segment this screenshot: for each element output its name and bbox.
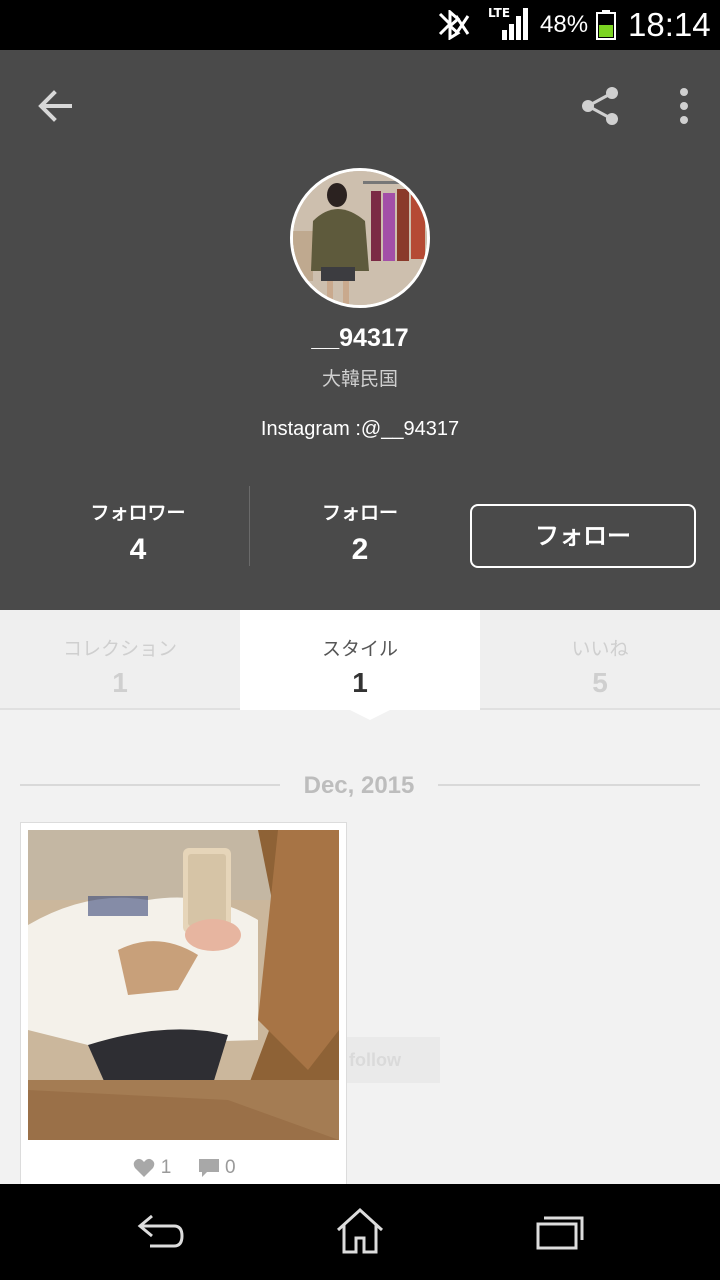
following-count: 2 bbox=[351, 533, 369, 566]
followers-label: フォロワー bbox=[90, 502, 186, 524]
username: __94317 bbox=[311, 324, 409, 352]
tab-count: 1 bbox=[352, 667, 368, 698]
profile-header: __94317 大韓民国 Instagram :@__94317 フォロワー 4… bbox=[0, 50, 720, 610]
date-label: Dec, 2015 bbox=[303, 772, 415, 799]
date-divider: Dec, 2015 bbox=[20, 770, 700, 806]
comment-icon[interactable] bbox=[198, 1158, 220, 1178]
status-bar: LTE 48% 18:14 bbox=[0, 0, 720, 50]
tab-collection[interactable]: コレクション 1 bbox=[0, 610, 240, 710]
divider-line bbox=[438, 784, 700, 786]
following-label: フォロー bbox=[321, 502, 398, 524]
bluetooth-icon bbox=[438, 10, 470, 40]
profile-tabs: コレクション 1 スタイル 1 いいね 5 bbox=[0, 610, 720, 710]
nav-back-icon[interactable] bbox=[130, 1206, 190, 1256]
more-vert-icon[interactable] bbox=[670, 86, 698, 126]
post-stats: 1 0 bbox=[21, 1157, 348, 1179]
post-photo[interactable] bbox=[28, 830, 339, 1140]
tab-count: 5 bbox=[592, 667, 608, 698]
tab-count: 1 bbox=[112, 667, 128, 698]
battery-icon bbox=[596, 10, 616, 40]
tab-label: コレクション bbox=[62, 638, 177, 660]
clock: 18:14 bbox=[628, 6, 711, 43]
avatar-photo bbox=[293, 171, 427, 305]
stat-divider bbox=[249, 486, 250, 566]
avatar[interactable] bbox=[290, 168, 430, 308]
country: 大韓民国 bbox=[321, 368, 398, 390]
signal-icon bbox=[502, 8, 528, 40]
bio[interactable]: Instagram :@__94317 bbox=[0, 418, 720, 441]
like-count: 1 bbox=[160, 1157, 172, 1178]
nav-home-icon[interactable] bbox=[330, 1206, 390, 1256]
tab-label: いいね bbox=[571, 638, 629, 660]
system-nav-bar bbox=[0, 1184, 720, 1280]
heart-icon[interactable] bbox=[133, 1158, 155, 1178]
comment-count: 0 bbox=[224, 1157, 236, 1178]
battery-percent: 48% bbox=[540, 11, 589, 38]
tab-label: スタイル bbox=[321, 638, 398, 660]
follow-button[interactable]: フォロー bbox=[470, 504, 696, 568]
post-photo-art bbox=[28, 830, 339, 1140]
followers-stat[interactable]: フォロワー 4 bbox=[38, 498, 238, 567]
style-post-card[interactable]: 1 0 bbox=[20, 822, 347, 1190]
share-icon[interactable] bbox=[578, 84, 622, 128]
tab-style[interactable]: スタイル 1 bbox=[240, 610, 480, 710]
followers-count: 4 bbox=[129, 533, 147, 566]
following-stat[interactable]: フォロー 2 bbox=[260, 498, 460, 567]
nav-recents-icon[interactable] bbox=[530, 1206, 590, 1256]
tab-likes[interactable]: いいね 5 bbox=[480, 610, 720, 710]
divider-line bbox=[20, 784, 280, 786]
back-arrow-icon[interactable] bbox=[34, 84, 78, 128]
active-tab-pointer bbox=[346, 708, 394, 720]
